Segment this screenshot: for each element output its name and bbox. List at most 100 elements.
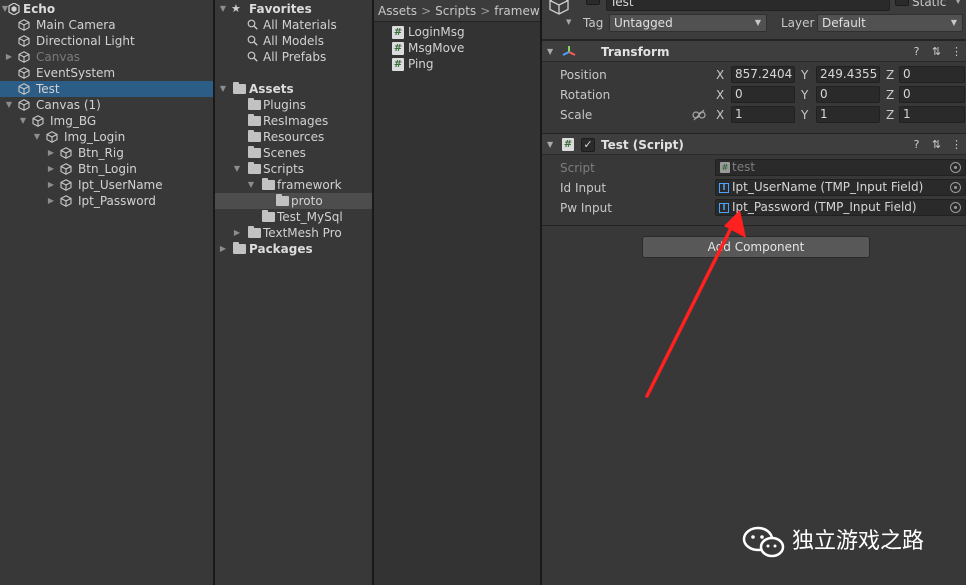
object-name-input[interactable]: Test xyxy=(606,0,890,11)
transform-y-field[interactable]: 0 xyxy=(816,86,880,103)
add-component-button[interactable]: Add Component xyxy=(642,236,870,258)
fold-arrow-icon[interactable]: ▶ xyxy=(46,161,56,177)
assets-label: Assets xyxy=(249,82,294,96)
fold-arrow-icon[interactable]: ▶ xyxy=(46,145,56,161)
fold-arrow-icon[interactable]: ▼ xyxy=(18,113,28,129)
fold-arrow-icon[interactable]: ▼ xyxy=(218,81,228,97)
hierarchy-item[interactable]: ▶ Ipt_UserName xyxy=(0,177,213,193)
hierarchy-item-label: Main Camera xyxy=(36,18,116,32)
scene-row[interactable]: ▼ Echo xyxy=(0,1,213,17)
object-reference-value: Ipt_UserName (TMP_Input Field) xyxy=(732,180,924,194)
breadcrumb: Assets>Scripts>framewo xyxy=(374,0,540,22)
hierarchy-item[interactable]: Directional Light xyxy=(0,33,213,49)
active-checkbox[interactable]: ✓ xyxy=(586,0,600,5)
hierarchy-item[interactable]: ▼ Canvas (1) xyxy=(0,97,213,113)
transform-z-field[interactable]: 0 xyxy=(899,66,965,83)
object-reference-field[interactable]: I Ipt_Password (TMP_Input Field) xyxy=(715,199,966,216)
fold-arrow-icon[interactable]: ▼ xyxy=(232,161,242,177)
folder-label: TextMesh Pro xyxy=(263,226,342,240)
transform-x-field[interactable]: 0 xyxy=(731,86,795,103)
project-folder-item[interactable]: Test_MySql xyxy=(215,209,372,225)
transform-z-field[interactable]: 1 xyxy=(899,106,965,123)
project-folder-item[interactable]: Plugins xyxy=(215,97,372,113)
hierarchy-item[interactable]: ▼ Img_BG xyxy=(0,113,213,129)
fold-arrow-icon[interactable]: ▼ xyxy=(246,177,256,193)
fold-arrow-icon[interactable]: ▶ xyxy=(218,241,228,257)
fold-arrow-icon[interactable]: ▼ xyxy=(218,1,228,17)
fold-arrow-icon[interactable]: ▼ xyxy=(32,129,42,145)
transform-z-field[interactable]: 0 xyxy=(899,86,965,103)
hierarchy-item[interactable]: ▶ Btn_Login xyxy=(0,161,213,177)
favorites-item[interactable]: All Materials xyxy=(215,17,372,33)
fold-arrow-icon[interactable]: ▼ xyxy=(547,134,553,156)
favorites-item[interactable]: All Prefabs xyxy=(215,49,372,65)
folder-label: ResImages xyxy=(263,114,329,128)
breadcrumb-item[interactable]: Assets xyxy=(378,4,417,18)
script-file-item[interactable]: # LoginMsg xyxy=(374,24,540,40)
static-label: Static xyxy=(912,0,947,9)
input-field-icon: I xyxy=(719,203,729,213)
packages-row[interactable]: ▶ Packages xyxy=(215,241,372,257)
hierarchy-item[interactable]: ▶ Btn_Rig xyxy=(0,145,213,161)
input-field-icon: I xyxy=(719,183,729,193)
preset-icon[interactable]: ⇅ xyxy=(930,138,943,151)
breadcrumb-item[interactable]: Scripts xyxy=(435,4,476,18)
hierarchy-item-label: Directional Light xyxy=(36,34,135,48)
transform-y-field[interactable]: 249.4355 xyxy=(816,66,880,83)
script-file-item[interactable]: # Ping xyxy=(374,56,540,72)
folder-icon xyxy=(248,226,261,238)
static-checkbox[interactable] xyxy=(895,0,909,6)
project-folder-item[interactable]: Scenes xyxy=(215,145,372,161)
script-file-item[interactable]: # MsgMove xyxy=(374,40,540,56)
transform-row-label: Rotation xyxy=(560,88,611,102)
fold-arrow-icon[interactable]: ▶ xyxy=(232,225,242,241)
folder-icon xyxy=(248,162,261,174)
object-reference-field[interactable]: # test xyxy=(715,159,966,176)
assets-root-row[interactable]: ▼ Assets xyxy=(215,81,372,97)
project-folder-item[interactable]: ▶ TextMesh Pro xyxy=(215,225,372,241)
fold-arrow-icon[interactable]: ▼ xyxy=(547,41,553,63)
hierarchy-item[interactable]: Main Camera xyxy=(0,17,213,33)
folder-icon xyxy=(248,130,261,142)
fold-arrow-icon[interactable]: ▶ xyxy=(4,49,14,65)
hierarchy-item[interactable]: ▶ Canvas xyxy=(0,49,213,65)
breadcrumb-item[interactable]: framewo xyxy=(494,4,540,18)
hierarchy-item[interactable]: EventSystem xyxy=(0,65,213,81)
favorites-item[interactable]: All Models xyxy=(215,33,372,49)
layer-dropdown[interactable]: Default ▼ xyxy=(817,14,963,32)
hierarchy-item[interactable]: ▼ Img_Login xyxy=(0,129,213,145)
gameobject-icon xyxy=(18,19,30,31)
hierarchy-item[interactable]: ▶ Ipt_Password xyxy=(0,193,213,209)
favorites-row[interactable]: ▼ ★ Favorites xyxy=(215,1,372,17)
transform-x-field[interactable]: 1 xyxy=(731,106,795,123)
object-reference-field[interactable]: I Ipt_UserName (TMP_Input Field) xyxy=(715,179,966,196)
project-folder-item[interactable]: ResImages xyxy=(215,113,372,129)
transform-header[interactable]: ▼ Transform ? ⇅ ⋮ xyxy=(542,40,966,62)
project-folder-item[interactable]: ▼ Scripts xyxy=(215,161,372,177)
help-icon[interactable]: ? xyxy=(910,45,923,58)
script-file-label: MsgMove xyxy=(408,41,465,55)
object-picker-icon[interactable] xyxy=(950,202,961,213)
fold-arrow-icon[interactable]: ▼ xyxy=(4,97,14,113)
static-dropdown-arrow-icon[interactable]: ▼ xyxy=(955,0,961,5)
constrain-proportions-icon[interactable] xyxy=(692,109,706,121)
project-folder-item[interactable]: ▼ framework xyxy=(215,177,372,193)
help-icon[interactable]: ? xyxy=(910,138,923,151)
fold-arrow-icon[interactable]: ▶ xyxy=(46,177,56,193)
icon-dropdown-arrow-icon[interactable]: ▼ xyxy=(566,18,571,26)
transform-y-field[interactable]: 1 xyxy=(816,106,880,123)
component-enabled-checkbox[interactable]: ✓ xyxy=(581,138,595,152)
fold-arrow-icon[interactable]: ▶ xyxy=(46,193,56,209)
object-picker-icon[interactable] xyxy=(950,182,961,193)
preset-icon[interactable]: ⇅ xyxy=(930,45,943,58)
hierarchy-item[interactable]: Test xyxy=(0,81,213,97)
context-menu-icon[interactable]: ⋮ xyxy=(950,45,963,58)
object-picker-icon[interactable] xyxy=(950,162,961,173)
project-folder-item[interactable]: Resources xyxy=(215,129,372,145)
tag-dropdown[interactable]: Untagged ▼ xyxy=(609,14,767,32)
transform-x-field[interactable]: 857.2404 xyxy=(731,66,795,83)
script-component-header[interactable]: ▼ # ✓ Test (Script) ? ⇅ ⋮ xyxy=(542,133,966,155)
project-folder-item[interactable]: proto xyxy=(215,193,372,209)
context-menu-icon[interactable]: ⋮ xyxy=(950,138,963,151)
script-icon: # xyxy=(562,138,574,151)
